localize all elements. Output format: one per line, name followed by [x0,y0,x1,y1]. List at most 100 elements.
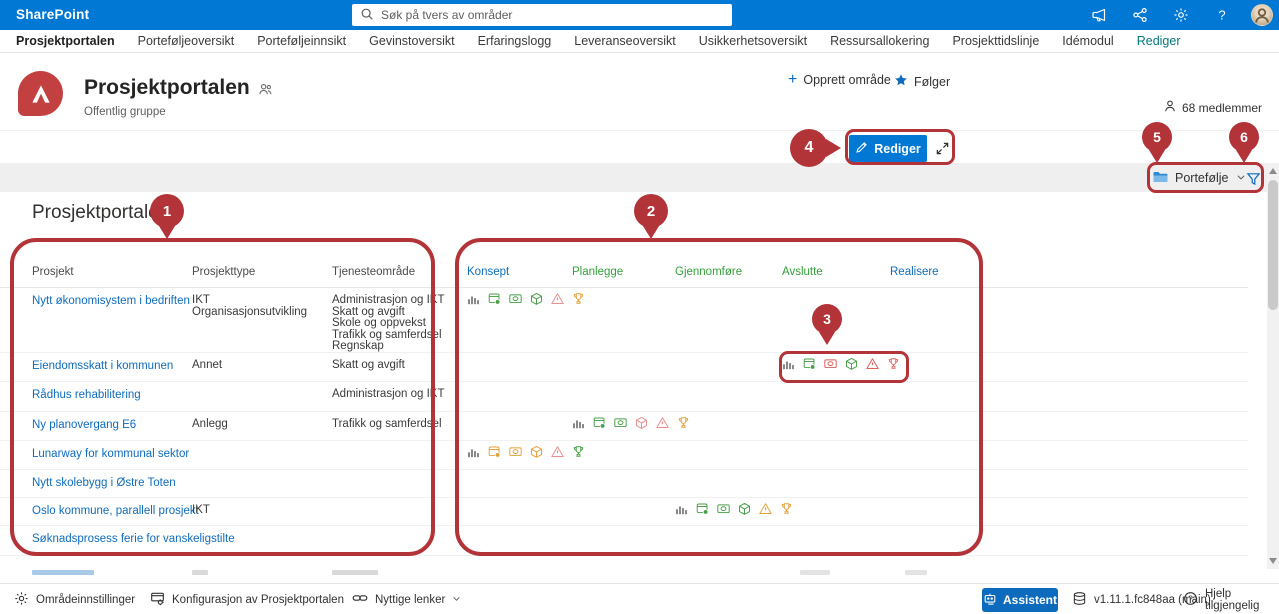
page-content: Prosjektportalen ProsjektProsjekttypeTje… [0,192,1279,583]
nav-item-erfaringslogg[interactable]: Erfaringslogg [478,34,552,48]
nav-item-gevinstoversikt[interactable]: Gevinstoversikt [369,34,454,48]
benefits-icon[interactable] [677,416,690,429]
column-header-prosjekttype[interactable]: Prosjekttype [192,266,255,278]
follow-button[interactable]: Følger [894,73,950,90]
nav-item-id-modul[interactable]: Idémodul [1062,34,1113,48]
command-bar: Rediger [0,130,1279,163]
project-type-cell: IKTOrganisasjonsutvikling [192,295,307,318]
risk-icon[interactable] [551,445,564,458]
project-link[interactable]: Nytt skolebygg i Østre Toten [32,477,176,489]
project-link[interactable]: Oslo kommune, parallell prosjekt [32,505,199,517]
useful-links-menu[interactable]: Nyttige lenker [352,584,461,614]
view-bar: Portefølje [0,163,1279,192]
phase-header-gjennomføre[interactable]: Gjennomføre [675,266,742,278]
deliveries-icon[interactable] [530,292,543,305]
teams-icon [258,82,273,102]
nav-item-usikkerhetsoversikt[interactable]: Usikkerhetsoversikt [699,34,807,48]
table-header-row: Prosjekt Prosjekttype Tjenesteområde Konsep… [0,258,1248,288]
phase-header-planlegge[interactable]: Planlegge [572,266,623,278]
project-status-icon[interactable] [593,416,606,429]
deliveries-icon[interactable] [738,502,751,515]
service-area-cell: Trafikk og samferdsel [332,419,442,431]
link-icon [352,590,368,609]
site-settings-link[interactable]: Områdeinnstillinger [14,584,135,614]
risk-icon[interactable] [656,416,669,429]
project-link[interactable]: Eiendomsskatt i kommunen [32,360,173,372]
scroll-up-arrow[interactable] [1269,168,1277,174]
search-input[interactable]: Søk på tvers av områder [352,4,732,26]
benefits-icon[interactable] [572,292,585,305]
bar-chart-icon[interactable] [675,502,688,515]
search-icon [360,7,374,24]
deliveries-icon[interactable] [635,416,648,429]
nav-item-ressursallokering[interactable]: Ressursallokering [830,34,929,48]
budget-icon[interactable] [614,416,627,429]
phase-header-realisere[interactable]: Realisere [890,266,939,278]
budget-icon[interactable] [509,445,522,458]
project-status-icon[interactable] [488,445,501,458]
nav-item-prosjektportalen[interactable]: Prosjektportalen [16,34,115,48]
project-type-cell: Anlegg [192,419,228,431]
service-area-cell: Administrasjon og IKT [332,389,445,401]
assistant-button[interactable]: Assistent [982,588,1058,612]
view-selector[interactable]: Portefølje [1152,167,1246,189]
project-status-icon[interactable] [696,502,709,515]
benefits-icon[interactable] [887,357,900,370]
plus-icon: + [788,73,797,87]
nav-item-portef-ljeoversikt[interactable]: Porteføljeoversikt [138,34,235,48]
org-chart-icon[interactable] [1128,3,1152,27]
scrollbar-thumb[interactable] [1268,180,1278,310]
budget-icon[interactable] [509,292,522,305]
project-link[interactable]: Lunarway for kommunal sektor [32,448,189,460]
budget-icon[interactable] [824,357,837,370]
bar-chart-icon[interactable] [572,416,585,429]
deliveries-icon[interactable] [845,357,858,370]
project-type-cell: IKT [192,505,210,517]
megaphone-icon[interactable] [1087,3,1111,27]
risk-icon[interactable] [866,357,879,370]
project-link[interactable]: Ny planovergang E6 [32,419,136,431]
table-row: Eiendomsskatt i kommunenAnnetSkatt og av… [0,353,1248,382]
project-table: Prosjekt Prosjekttype Tjenesteområde Konsep… [0,258,1248,556]
avatar[interactable] [1251,4,1273,26]
risk-icon[interactable] [759,502,772,515]
deliveries-icon[interactable] [530,445,543,458]
phase-header-avslutte[interactable]: Avslutte [782,266,823,278]
nav-item-prosjekttidslinje[interactable]: Prosjekttidslinje [952,34,1039,48]
site-title[interactable]: Prosjektportalen [84,76,250,100]
nav-item-rediger[interactable]: Rediger [1137,34,1181,48]
help-available-link[interactable]: ? Hjelp tilgjengelig [1183,584,1279,614]
create-site-button[interactable]: + Opprett område [788,73,891,87]
table-row: Lunarway for kommunal sektor [0,441,1248,470]
hub-navigation: Prosjektportalen Porteføljeoversikt Portef… [0,30,1279,53]
bar-chart-icon[interactable] [467,445,480,458]
phase-header-konsept[interactable]: Konsept [467,266,509,278]
scroll-down-arrow[interactable] [1269,558,1277,564]
column-header-prosjekt[interactable]: Prosjekt [32,266,74,278]
edit-button[interactable]: Rediger [849,135,927,162]
project-status-icon[interactable] [803,357,816,370]
project-link[interactable]: Rådhus rehabilitering [32,389,141,401]
nav-item-portef-ljeinnsikt[interactable]: Porteføljeinnsikt [257,34,346,48]
help-icon[interactable]: ? [1210,3,1234,27]
column-header-tjenesteområde[interactable]: Tjenesteområde [332,266,415,278]
bar-chart-icon[interactable] [467,292,480,305]
benefits-icon[interactable] [572,445,585,458]
filter-icon[interactable] [1242,167,1264,189]
svg-text:?: ? [1218,8,1225,23]
sharepoint-brand[interactable]: SharePoint [16,7,89,22]
expand-icon[interactable] [931,137,953,159]
configuration-link[interactable]: Konfigurasjon av Prosjektportalen [150,584,344,614]
risk-icon[interactable] [551,292,564,305]
members-count[interactable]: 68 medlemmer [1163,99,1262,116]
budget-icon[interactable] [717,502,730,515]
site-logo[interactable] [18,71,63,116]
vertical-scrollbar[interactable] [1267,163,1279,569]
project-status-icon[interactable] [488,292,501,305]
bar-chart-icon[interactable] [782,357,795,370]
project-link[interactable]: Nytt økonomisystem i bedriften [32,295,190,307]
gear-icon[interactable] [1169,3,1193,27]
nav-item-leveranseoversikt[interactable]: Leveranseoversikt [574,34,675,48]
project-link[interactable]: Søknadsprosess ferie for vanskeligstilte [32,533,235,545]
benefits-icon[interactable] [780,502,793,515]
